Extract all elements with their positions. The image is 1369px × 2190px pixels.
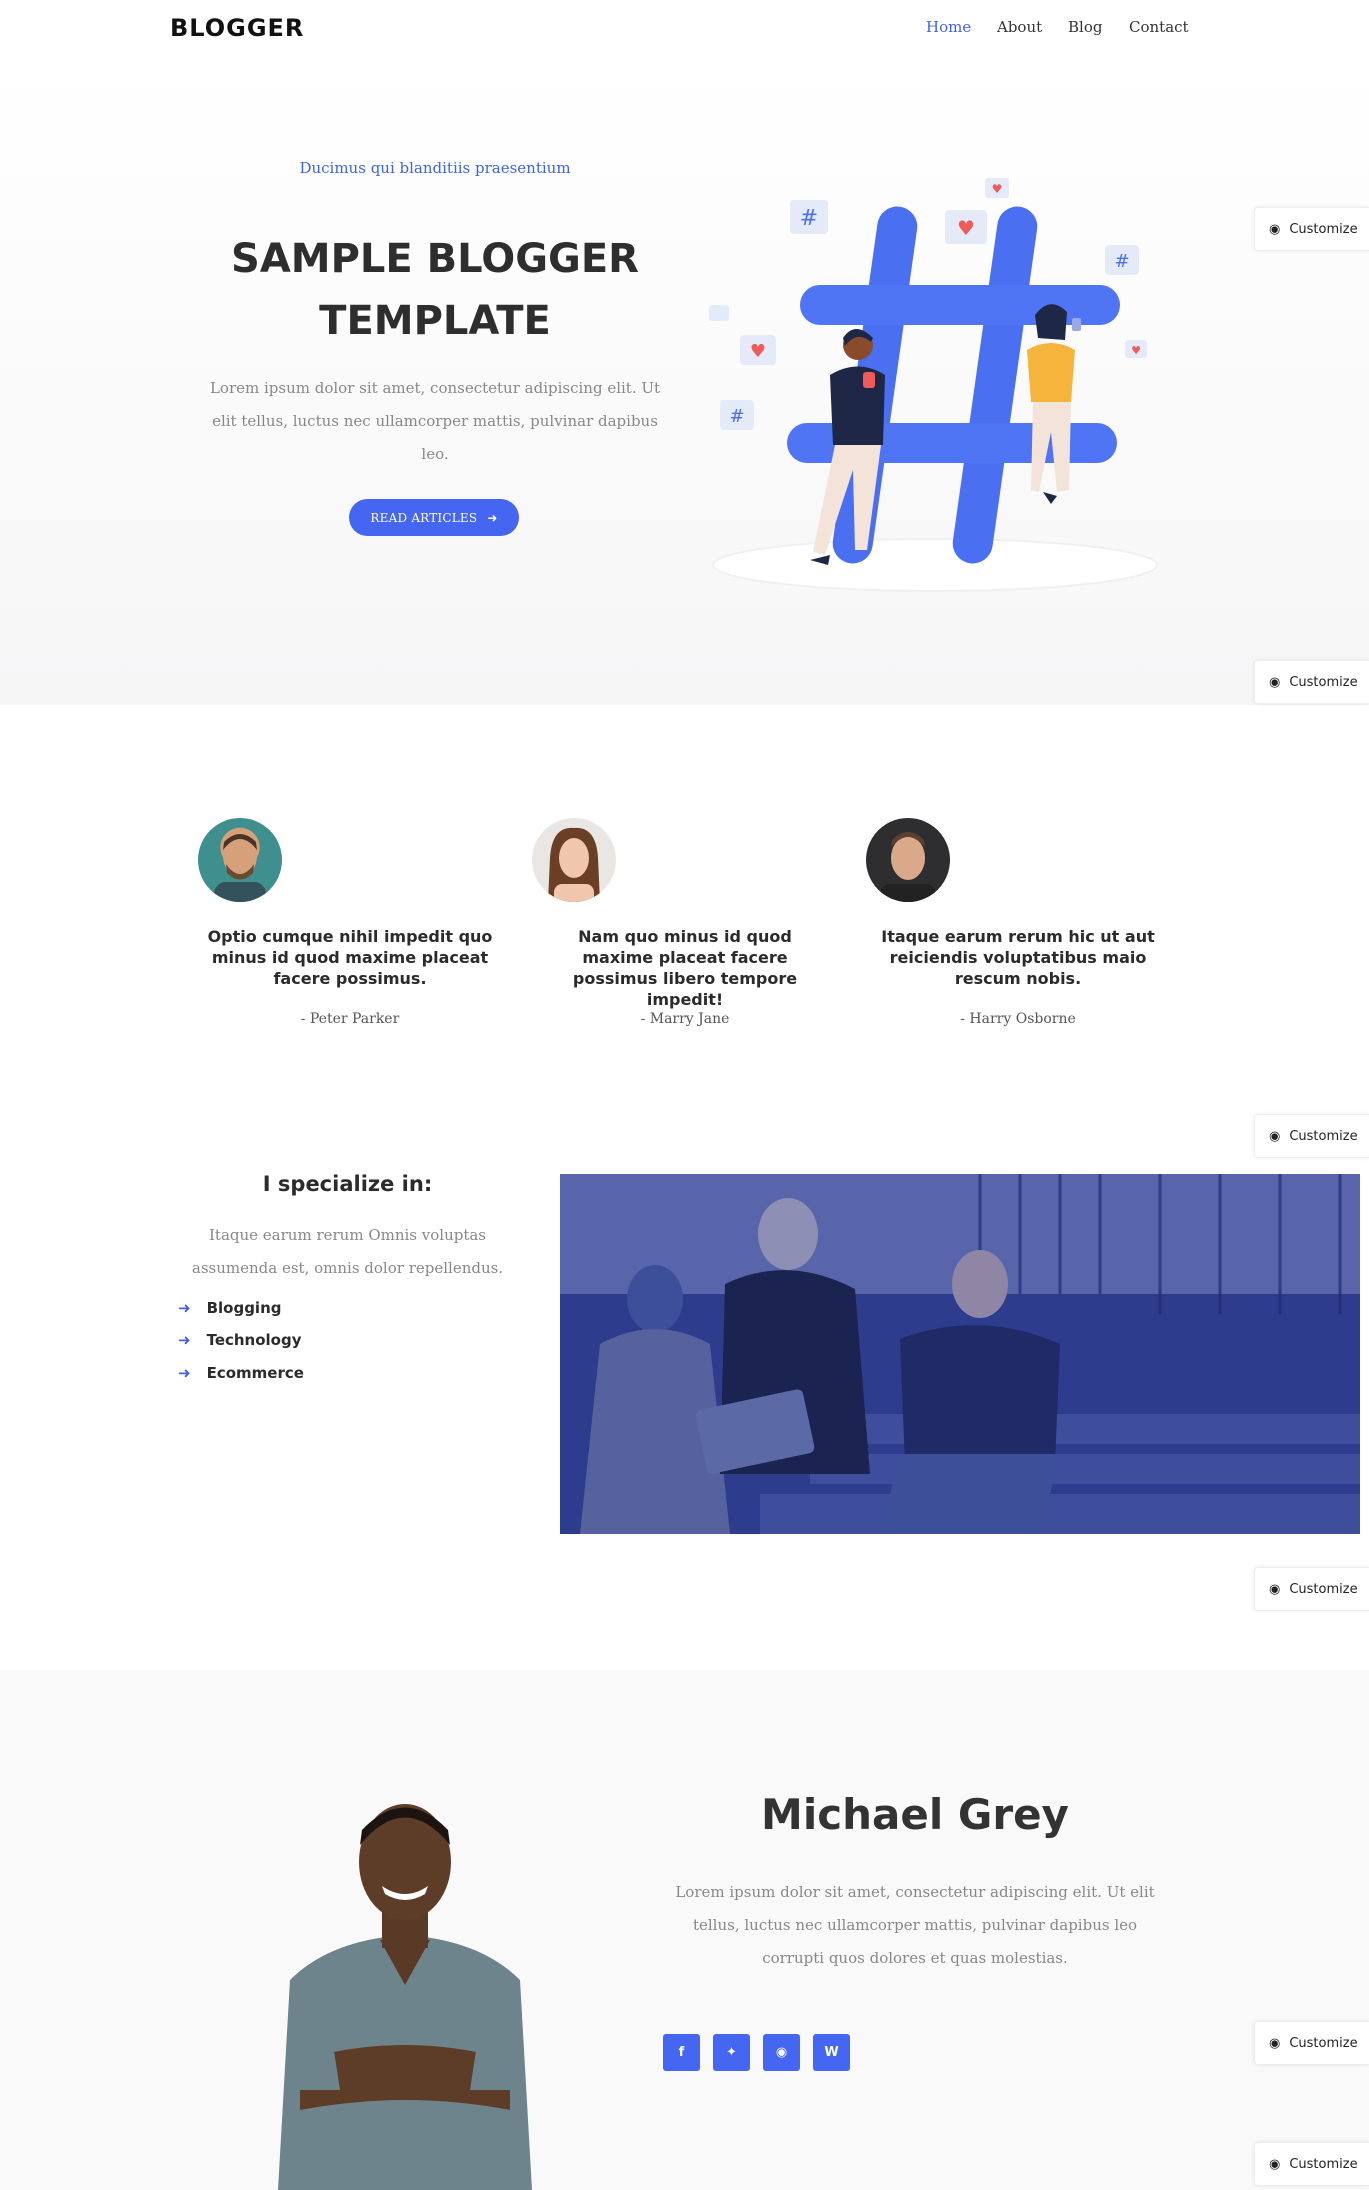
avatar <box>532 818 616 902</box>
testimonial-author: - Harry Osborne <box>960 1011 1076 1027</box>
palette-icon: ◉ <box>1269 2035 1281 2051</box>
read-articles-label: READ ARTICLES <box>370 510 478 525</box>
customize-button[interactable]: ◉ Customize <box>1254 2021 1369 2065</box>
customize-label: Customize <box>1289 674 1358 690</box>
specialize-item: ➜ Blogging <box>178 1299 282 1317</box>
customize-label: Customize <box>1289 1128 1358 1144</box>
palette-icon: ◉ <box>1269 2156 1281 2172</box>
specialize-item-label: Ecommerce <box>206 1364 304 1382</box>
instagram-icon[interactable]: ◉ <box>763 2034 800 2071</box>
customize-label: Customize <box>1289 1581 1358 1597</box>
arrow-right-icon: ➜ <box>178 1331 191 1349</box>
palette-icon: ◉ <box>1269 221 1281 237</box>
facebook-icon[interactable]: f <box>663 2034 700 2071</box>
nav-contact[interactable]: Contact <box>1129 18 1189 36</box>
hero-kicker: Ducimus qui blanditiis praesentium <box>299 159 571 177</box>
hero-text: Lorem ipsum dolor sit amet, consectetur … <box>209 379 661 463</box>
profile-name: Michael Grey <box>761 1790 1069 1839</box>
testimonial-author: - Marry Jane <box>640 1011 730 1027</box>
hero-title-line1: SAMPLE BLOGGER <box>231 236 639 282</box>
palette-icon: ◉ <box>1269 674 1281 690</box>
specialize-item: ➜ Ecommerce <box>178 1364 304 1382</box>
nav-about[interactable]: About <box>997 18 1042 36</box>
site-logo[interactable]: BLOGGER <box>170 14 304 42</box>
customize-button[interactable]: ◉ Customize <box>1254 660 1369 704</box>
customize-button[interactable]: ◉ Customize <box>1254 1114 1369 1158</box>
team-photo <box>560 1174 1360 1534</box>
wordpress-icon[interactable]: W <box>813 2034 850 2071</box>
palette-icon: ◉ <box>1269 1128 1281 1144</box>
arrow-right-icon: ➜ <box>178 1364 191 1382</box>
arrow-right-icon: ➜ <box>178 1299 191 1317</box>
nav-blog[interactable]: Blog <box>1068 18 1102 36</box>
specialize-item-label: Blogging <box>206 1299 282 1317</box>
palette-icon: ◉ <box>1269 1581 1281 1597</box>
svg-text:♥: ♥ <box>957 216 975 240</box>
testimonial-quote: Optio cumque nihil impedit quo minus id … <box>207 927 493 988</box>
profile-photo <box>278 1804 532 2190</box>
arrow-right-icon: ➜ <box>487 510 498 525</box>
hero-title: SAMPLE BLOGGER TEMPLATE <box>190 228 680 352</box>
svg-text:♥: ♥ <box>1131 344 1141 357</box>
avatar-face <box>880 832 936 902</box>
specialize-title: I specialize in: <box>262 1172 433 1196</box>
svg-text:#: # <box>1114 251 1129 272</box>
avatar <box>198 818 282 902</box>
specialize-item-label: Technology <box>206 1331 302 1349</box>
customize-button[interactable]: ◉ Customize <box>1254 2142 1369 2186</box>
svg-text:♥: ♥ <box>750 341 766 362</box>
customize-label: Customize <box>1289 2035 1358 2051</box>
hashtag-illustration: # ♥ ♥ # ♥ # ♥ <box>709 178 1158 592</box>
testimonial-quote: Itaque earum rerum hic ut aut reiciendis… <box>881 927 1155 988</box>
twitter-icon[interactable]: ✦ <box>713 2034 750 2071</box>
avatar-face <box>214 834 266 902</box>
avatar <box>866 818 950 902</box>
svg-text:♥: ♥ <box>992 182 1003 196</box>
hero-title-line2: TEMPLATE <box>319 298 551 344</box>
customize-button[interactable]: ◉ Customize <box>1254 1567 1369 1611</box>
svg-text:#: # <box>800 206 818 231</box>
avatar-face <box>548 827 600 902</box>
nav-home[interactable]: Home <box>926 18 971 36</box>
specialize-text: Itaque earum rerum Omnis voluptas assume… <box>191 1226 504 1277</box>
specialize-item: ➜ Technology <box>178 1331 302 1349</box>
svg-text:#: # <box>729 406 744 427</box>
profile-text: Lorem ipsum dolor sit amet, consectetur … <box>675 1883 1155 1967</box>
read-articles-button[interactable]: READ ARTICLES ➜ <box>349 499 519 536</box>
customize-button[interactable]: ◉ Customize <box>1254 207 1369 251</box>
testimonial-quote: Nam quo minus id quod maxime placeat fac… <box>572 927 798 1009</box>
customize-label: Customize <box>1289 2156 1358 2172</box>
customize-label: Customize <box>1289 221 1358 237</box>
testimonial-author: - Peter Parker <box>300 1011 400 1027</box>
